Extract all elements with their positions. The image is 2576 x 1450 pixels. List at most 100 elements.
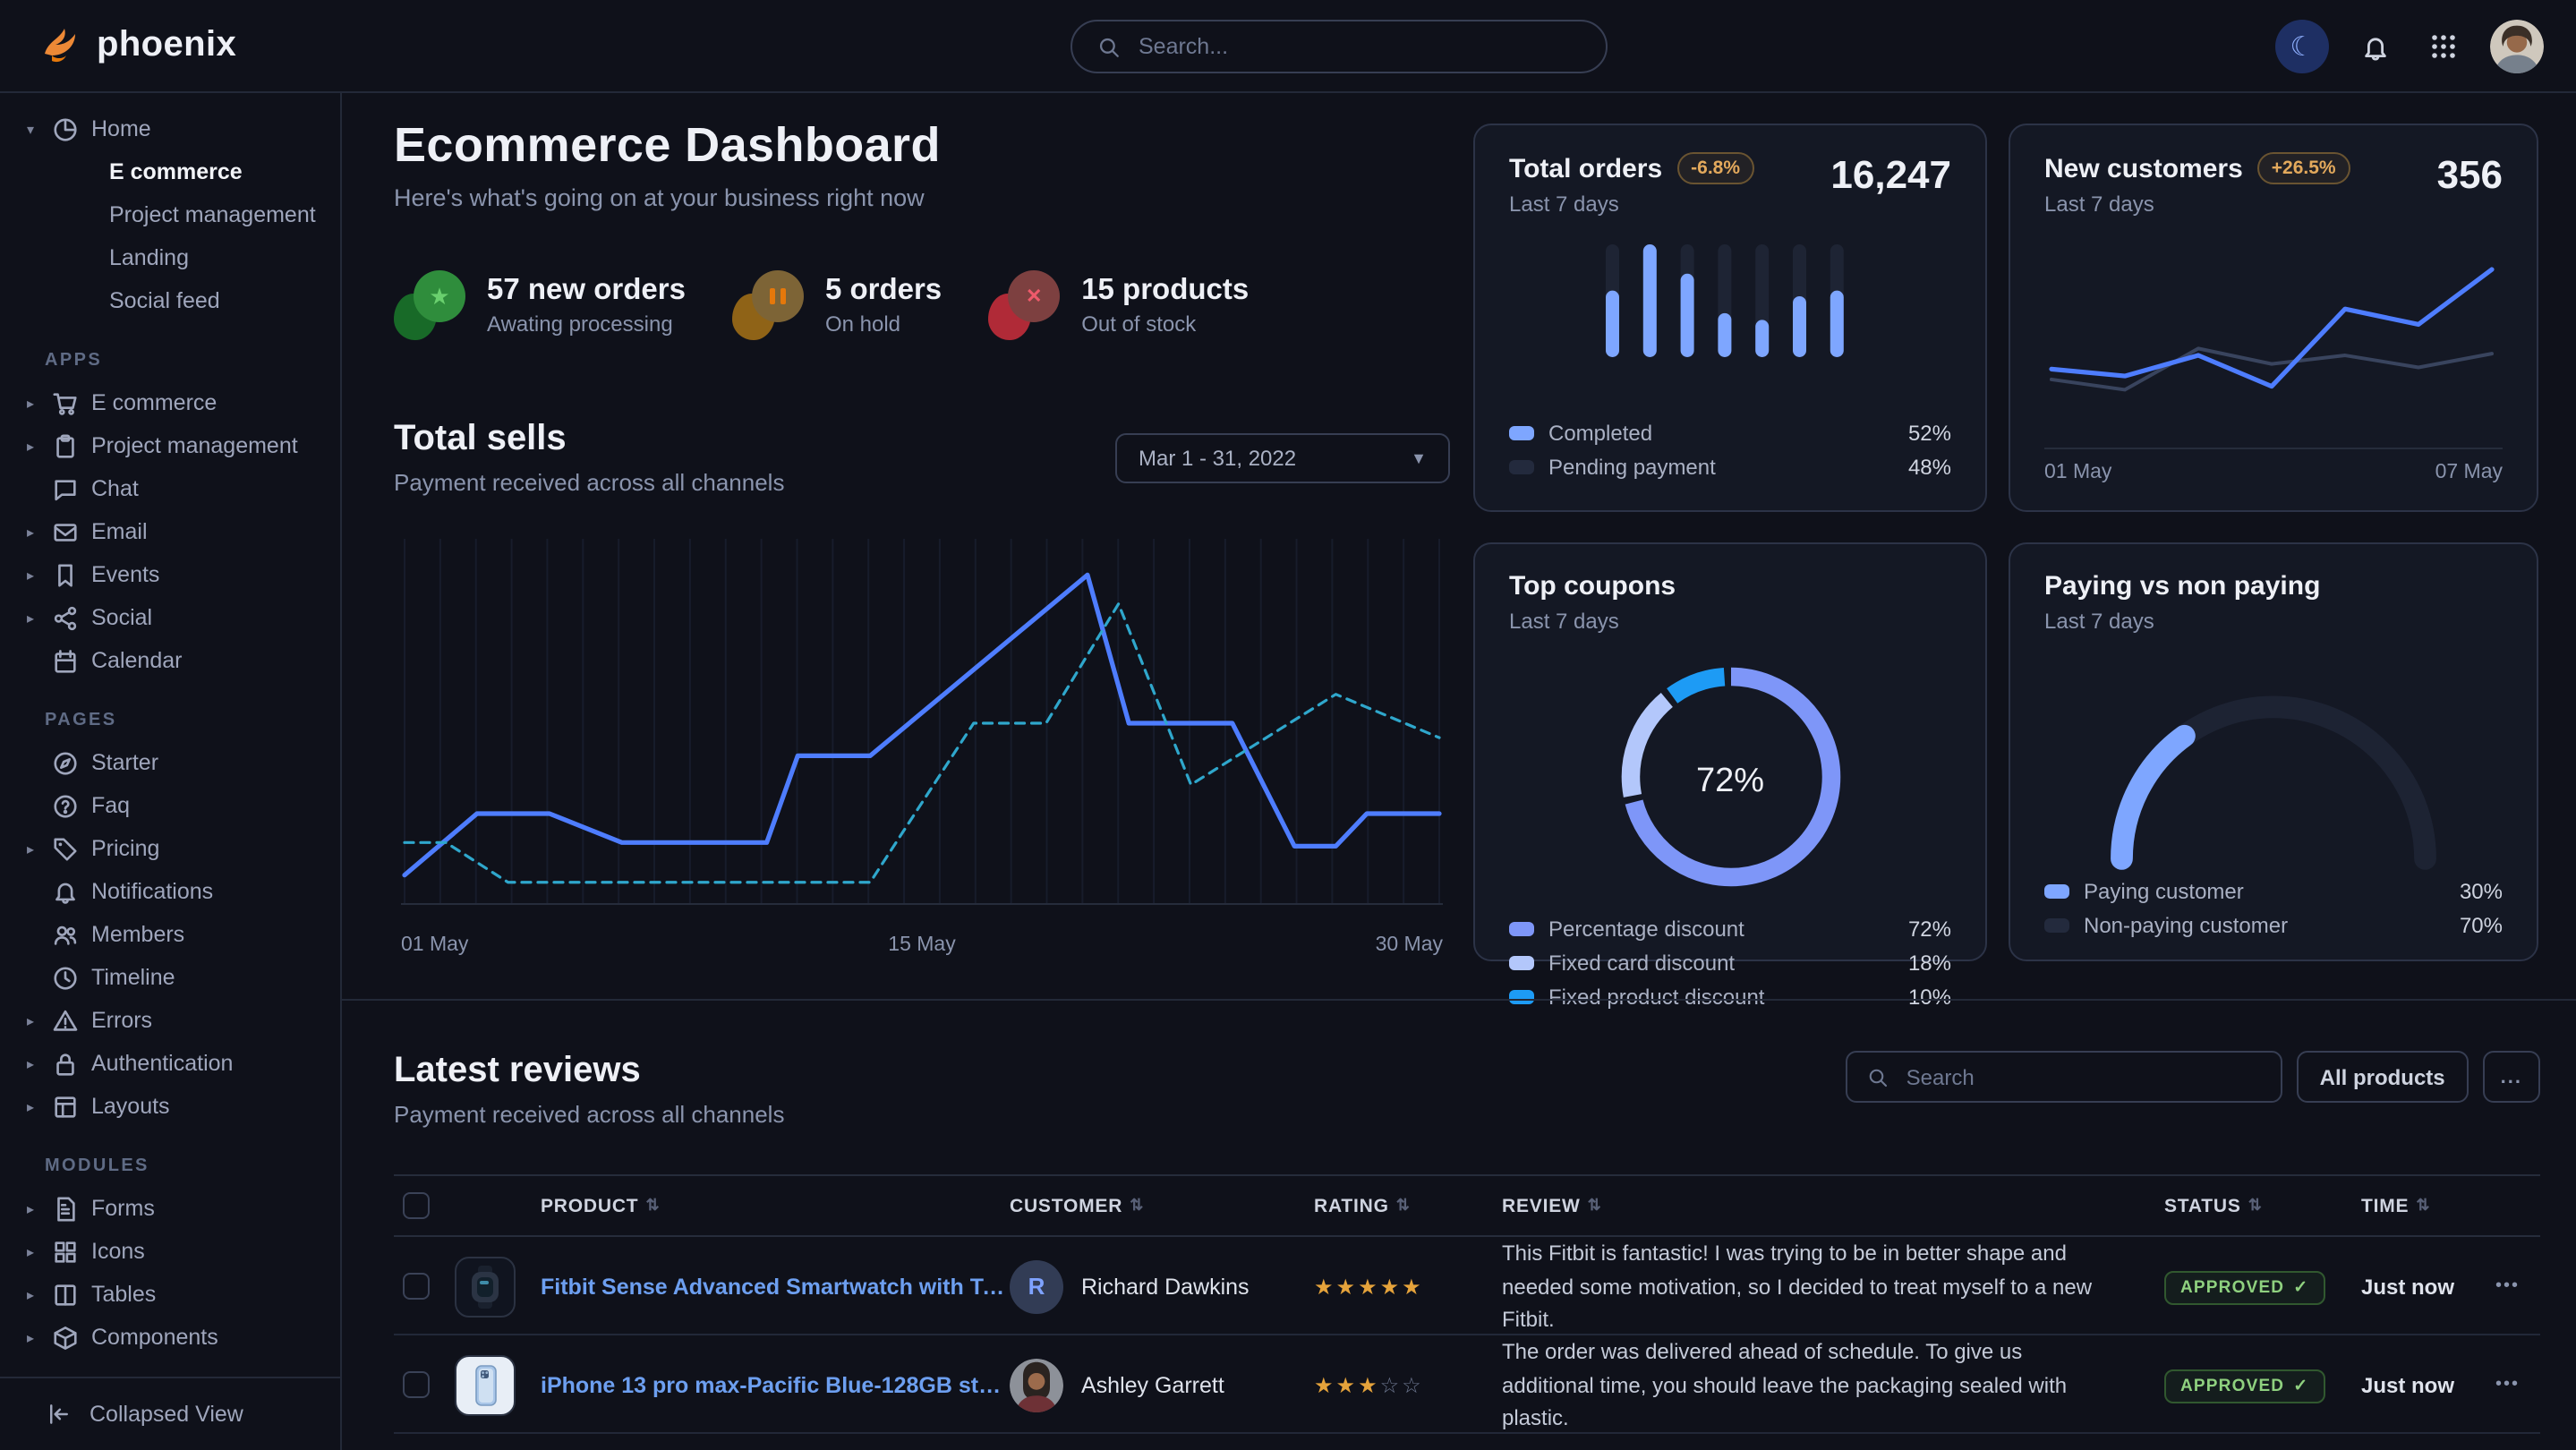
total-orders-bar-chart (1587, 242, 1873, 360)
sidebar-item-starter[interactable]: Starter (0, 741, 340, 784)
sort-icon: ⇅ (1130, 1196, 1144, 1215)
collapse-arrow-icon (45, 1402, 73, 1427)
sidebar-item-forms[interactable]: ▸ Forms (0, 1187, 340, 1230)
product-link[interactable]: iPhone 13 pro max-Pacific Blue-128GB sto… (541, 1373, 1010, 1398)
caret-right-icon: ▸ (21, 1286, 39, 1302)
column-header-rating[interactable]: RATING⇅ (1314, 1195, 1502, 1216)
review-text: This Fitbit is fantastic! I was trying t… (1502, 1237, 2164, 1337)
sidebar-item-ecommerce-app[interactable]: ▸ E commerce (0, 381, 340, 424)
date-range-value: Mar 1 - 31, 2022 (1139, 446, 1296, 471)
select-all-checkbox[interactable] (403, 1192, 430, 1219)
sidebar-item-email[interactable]: ▸ Email (0, 510, 340, 553)
caret-right-icon: ▸ (21, 840, 39, 857)
sidebar-item-members[interactable]: Members (0, 913, 340, 956)
sidebar-item-social[interactable]: ▸ Social (0, 596, 340, 639)
sidebar-item-icons[interactable]: ▸ Icons (0, 1230, 340, 1273)
bell-icon (52, 878, 79, 905)
sidebar-item-notifications[interactable]: Notifications (0, 870, 340, 913)
column-header-time[interactable]: TIME⇅ (2361, 1195, 2495, 1216)
sidebar-item-errors[interactable]: ▸ Errors (0, 999, 340, 1042)
caret-down-icon: ▾ (21, 121, 39, 137)
file-text-icon (52, 1195, 79, 1222)
new-customers-x-axis: 01 May 07 May (2044, 448, 2503, 483)
product-thumbnail-fitbit[interactable] (455, 1257, 516, 1318)
notifications-bell-icon[interactable] (2354, 25, 2397, 68)
sidebar-item-project-management-dashboard[interactable]: Project management (0, 193, 340, 236)
sidebar-item-landing[interactable]: Landing (0, 236, 340, 279)
sidebar-item-ecommerce-dashboard[interactable]: E commerce (0, 150, 340, 193)
user-avatar[interactable] (2490, 20, 2544, 73)
collapse-sidebar-button[interactable]: Collapsed View (0, 1377, 340, 1450)
sidebar-item-tables[interactable]: ▸ Tables (0, 1273, 340, 1316)
topbar: phoenix ☾ (0, 0, 2576, 93)
collapse-label: Collapsed View (90, 1402, 243, 1427)
theme-toggle-moon-icon[interactable]: ☾ (2275, 20, 2329, 73)
sidebar-item-project-management-app[interactable]: ▸ Project management (0, 424, 340, 467)
total-sells-x-axis: 01 May 15 May 30 May (401, 934, 1443, 956)
more-options-button[interactable]: ... (2483, 1051, 2540, 1103)
caret-right-icon: ▸ (21, 1329, 39, 1345)
caret-right-icon: ▸ (21, 1200, 39, 1216)
global-search-input[interactable] (1135, 32, 1581, 61)
trend-badge: -6.8% (1676, 152, 1754, 184)
reviews-table: PRODUCT⇅ CUSTOMER⇅ RATING⇅ REVIEW⇅ STATU… (394, 1174, 2540, 1450)
sidebar-item-calendar[interactable]: Calendar (0, 639, 340, 682)
global-search[interactable] (1070, 20, 1608, 73)
stat-caption: On hold (825, 311, 942, 336)
status-badge: APPROVED✓ (2164, 1271, 2324, 1305)
reviews-toolbar: All products ... (1846, 1051, 2540, 1103)
caret-right-icon: ▸ (21, 395, 39, 411)
date-range-select[interactable]: Mar 1 - 31, 2022 ▼ (1115, 433, 1450, 483)
customer-avatar-initial[interactable]: R (1010, 1260, 1063, 1314)
reviews-search-input[interactable] (1903, 1062, 2261, 1091)
sidebar-item-social-feed[interactable]: Social feed (0, 279, 340, 322)
card-paying-vs-non-paying: Paying vs non paying Last 7 days Paying … (2009, 542, 2538, 961)
product-link[interactable]: Fitbit Sense Advanced Smartwatch with To… (541, 1275, 1010, 1300)
row-menu-button[interactable]: ••• (2495, 1277, 2540, 1297)
sidebar-section-apps: APPS (45, 351, 340, 371)
stat-out-of-stock: ✕ 15 products Out of stock (988, 269, 1249, 340)
column-header-product[interactable]: PRODUCT⇅ (455, 1195, 1010, 1216)
product-thumbnail-iphone[interactable] (455, 1355, 516, 1416)
out-of-stock-x-icon: ✕ (988, 269, 1060, 340)
sidebar-item-chat[interactable]: Chat (0, 467, 340, 510)
reviews-subtitle: Payment received across all channels (394, 1101, 784, 1128)
sidebar-item-events[interactable]: ▸ Events (0, 553, 340, 596)
sidebar-item-faq[interactable]: Faq (0, 784, 340, 827)
row-menu-button[interactable]: ••• (2495, 1376, 2540, 1395)
share-icon (52, 604, 79, 631)
sort-icon: ⇅ (1588, 1196, 1602, 1215)
sort-icon: ⇅ (645, 1196, 660, 1215)
brand-logo[interactable]: phoenix (39, 24, 236, 67)
caret-right-icon: ▸ (21, 1012, 39, 1028)
reviews-search[interactable] (1846, 1051, 2282, 1103)
stat-headline: 15 products (1081, 273, 1249, 307)
card-period: Last 7 days (1509, 192, 1754, 217)
sidebar-item-label: E commerce (91, 390, 217, 415)
legend-value: 70% (2460, 912, 2503, 937)
table-row-partial (394, 1434, 2540, 1450)
card-title: New customers (2044, 153, 2243, 183)
sidebar-item-authentication[interactable]: ▸ Authentication (0, 1042, 340, 1085)
all-products-button[interactable]: All products (2297, 1051, 2469, 1103)
row-checkbox[interactable] (403, 1274, 430, 1301)
total-sells-chart (401, 532, 1443, 918)
customer-name: Ashley Garrett (1081, 1373, 1224, 1398)
sidebar-item-home[interactable]: ▾ Home (0, 107, 340, 150)
card-period: Last 7 days (2044, 609, 2503, 634)
row-checkbox[interactable] (403, 1372, 430, 1399)
sidebar-item-timeline[interactable]: Timeline (0, 956, 340, 999)
legend-label: Fixed card discount (1548, 950, 1735, 975)
column-header-customer[interactable]: CUSTOMER⇅ (1010, 1195, 1314, 1216)
sidebar-section-modules: MODULES (45, 1156, 340, 1176)
customer-avatar-photo[interactable] (1010, 1359, 1063, 1412)
column-header-status[interactable]: STATUS⇅ (2164, 1195, 2361, 1216)
sidebar-item-components[interactable]: ▸ Components (0, 1316, 340, 1359)
sidebar-item-label: Members (91, 922, 184, 947)
apps-grid-icon[interactable] (2422, 25, 2465, 68)
rating-stars: ★★★☆☆ (1314, 1369, 1502, 1402)
sidebar-item-layouts[interactable]: ▸ Layouts (0, 1085, 340, 1128)
column-header-review[interactable]: REVIEW⇅ (1502, 1195, 2164, 1216)
sidebar-item-pricing[interactable]: ▸ Pricing (0, 827, 340, 870)
stat-new-orders: ★ 57 new orders Awating processing (394, 269, 686, 340)
